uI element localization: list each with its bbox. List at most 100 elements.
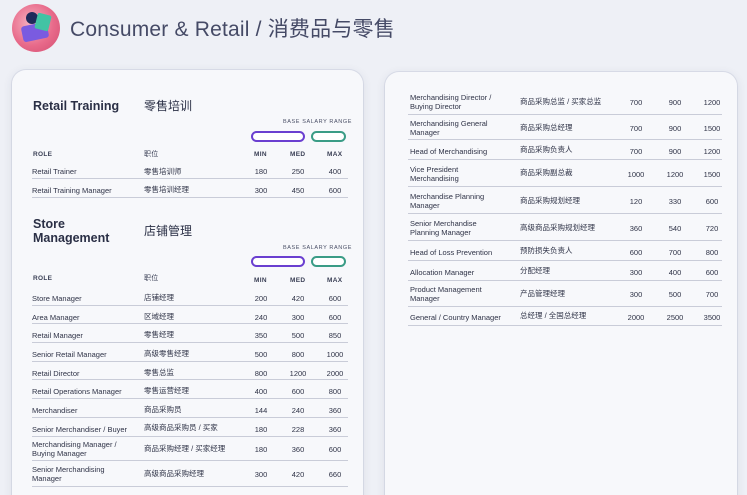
zh-cell: 商品采购员 — [144, 405, 182, 414]
max-cell: 1000 — [326, 350, 344, 359]
table-row: Merchandising Director / Buying Director… — [408, 90, 722, 115]
range-pill-teal — [311, 256, 346, 267]
med-cell: 700 — [668, 248, 682, 257]
table-row: Senior Retail Manager 高级零售经理 500 800 100… — [32, 344, 348, 362]
min-cell: 180 — [254, 445, 268, 454]
min-cell: 500 — [254, 350, 268, 359]
col-med: MED — [290, 277, 306, 284]
max-cell: 700 — [705, 290, 719, 299]
range-pill-purple — [251, 256, 305, 267]
table-row: Senior Merchandiser / Buyer 高级商品采购员 / 买家… — [32, 419, 348, 437]
med-cell: 600 — [291, 387, 305, 396]
min-cell: 700 — [629, 124, 643, 133]
zh-cell: 高级商品采购员 / 买家 — [144, 423, 218, 432]
role-cell: Senior Merchandise Planning Manager — [410, 219, 477, 237]
col-max: MAX — [327, 277, 343, 284]
max-cell: 850 — [328, 331, 342, 340]
zh-cell: 店铺经理 — [144, 293, 174, 302]
max-cell: 600 — [328, 294, 342, 303]
zh-cell: 商品采购负责人 — [520, 145, 573, 154]
zh-cell: 总经理 / 全国总经理 — [520, 311, 587, 320]
zh-cell: 高级商品采购经理 — [144, 469, 204, 478]
max-cell: 2000 — [326, 369, 344, 378]
min-cell: 360 — [629, 224, 643, 233]
med-cell: 250 — [291, 167, 305, 176]
min-cell: 180 — [254, 425, 268, 434]
med-cell: 420 — [291, 470, 305, 479]
min-cell: 800 — [254, 369, 268, 378]
min-cell: 144 — [254, 406, 268, 415]
min-cell: 1000 — [627, 170, 645, 179]
left-card: Retail Training 零售培训 BASE SALARY RANGE R… — [12, 70, 363, 495]
role-cell: General / Country Manager — [410, 313, 501, 322]
table-row: General / Country Manager 总经理 / 全国总经理 20… — [408, 308, 722, 326]
role-cell: Senior Merchandising Manager — [32, 465, 105, 483]
med-cell: 900 — [668, 98, 682, 107]
section-title-zh: 店铺管理 — [144, 224, 193, 238]
med-cell: 228 — [291, 425, 305, 434]
min-cell: 300 — [254, 186, 268, 195]
med-cell: 500 — [668, 290, 682, 299]
med-cell: 800 — [291, 350, 305, 359]
role-cell: Retail Director — [32, 369, 80, 378]
role-cell: Area Manager — [32, 313, 80, 322]
med-cell: 300 — [291, 313, 305, 322]
max-cell: 1500 — [703, 170, 721, 179]
med-cell: 900 — [668, 124, 682, 133]
role-cell: Retail Operations Manager — [32, 387, 122, 396]
max-cell: 600 — [328, 186, 342, 195]
table-row: Allocation Manager 分配经理 300 400 600 — [408, 262, 722, 281]
table-row: Merchandiser 商品采购员 144 240 360 — [32, 400, 348, 418]
col-role: ROLE — [33, 275, 53, 282]
min-cell: 200 — [254, 294, 268, 303]
table-row: Vice President Merchandising 商品采购副总裁 100… — [408, 161, 722, 187]
col-min: MIN — [254, 277, 267, 284]
max-cell: 400 — [328, 167, 342, 176]
range-pill-purple — [251, 131, 305, 142]
col-med: MED — [290, 151, 306, 158]
role-cell: Merchandising Manager / Buying Manager — [32, 440, 117, 458]
role-cell: Senior Retail Manager — [32, 350, 107, 359]
zh-cell: 零售经理 — [144, 330, 174, 339]
min-cell: 350 — [254, 331, 268, 340]
med-cell: 420 — [291, 294, 305, 303]
table-row: Head of Merchandising 商品采购负责人 700 900 12… — [408, 141, 722, 160]
role-cell: Retail Trainer — [32, 167, 77, 176]
min-cell: 300 — [254, 470, 268, 479]
table-row: Store Manager 店铺经理 200 420 600 — [32, 288, 348, 306]
table-row: Retail Operations Manager 零售运营经理 400 600… — [32, 381, 348, 399]
role-cell: Store Manager — [32, 294, 82, 303]
role-cell: Retail Manager — [32, 331, 83, 340]
min-cell: 700 — [629, 98, 643, 107]
zh-cell: 商品采购规划经理 — [520, 196, 580, 205]
table-row: Senior Merchandising Manager 高级商品采购经理 30… — [32, 462, 348, 487]
zh-cell: 零售总监 — [144, 368, 174, 377]
zh-cell: 商品采购副总裁 — [520, 168, 573, 177]
min-cell: 600 — [629, 248, 643, 257]
max-cell: 1500 — [703, 124, 721, 133]
min-cell: 700 — [629, 147, 643, 156]
med-cell: 1200 — [289, 369, 307, 378]
min-cell: 300 — [629, 268, 643, 277]
role-cell: Allocation Manager — [410, 268, 475, 277]
section-title-zh: 零售培训 — [144, 99, 193, 113]
role-cell: Vice President Merchandising — [410, 165, 459, 183]
med-cell: 500 — [291, 331, 305, 340]
table-row: Retail Manager 零售经理 350 500 850 — [32, 325, 348, 343]
zh-cell: 零售运营经理 — [144, 386, 189, 395]
shopping-cart-logo-icon — [12, 4, 60, 52]
range-pill-teal — [311, 131, 346, 142]
role-cell: Senior Merchandiser / Buyer — [32, 425, 128, 434]
table-row: Merchandising General Manager 商品采购总经理 70… — [408, 116, 722, 140]
max-cell: 660 — [328, 470, 342, 479]
max-cell: 800 — [328, 387, 342, 396]
med-cell: 1200 — [666, 170, 684, 179]
role-cell: Merchandiser — [32, 406, 78, 415]
med-cell: 400 — [668, 268, 682, 277]
zh-cell: 区域经理 — [144, 312, 174, 321]
zh-cell: 商品采购经理 / 买家经理 — [144, 444, 226, 453]
table-row: Retail Training Manager 零售培训经理 300 450 6… — [32, 180, 348, 198]
max-cell: 3500 — [703, 313, 721, 322]
role-cell: Retail Training Manager — [32, 186, 112, 195]
col-min: MIN — [254, 151, 267, 158]
